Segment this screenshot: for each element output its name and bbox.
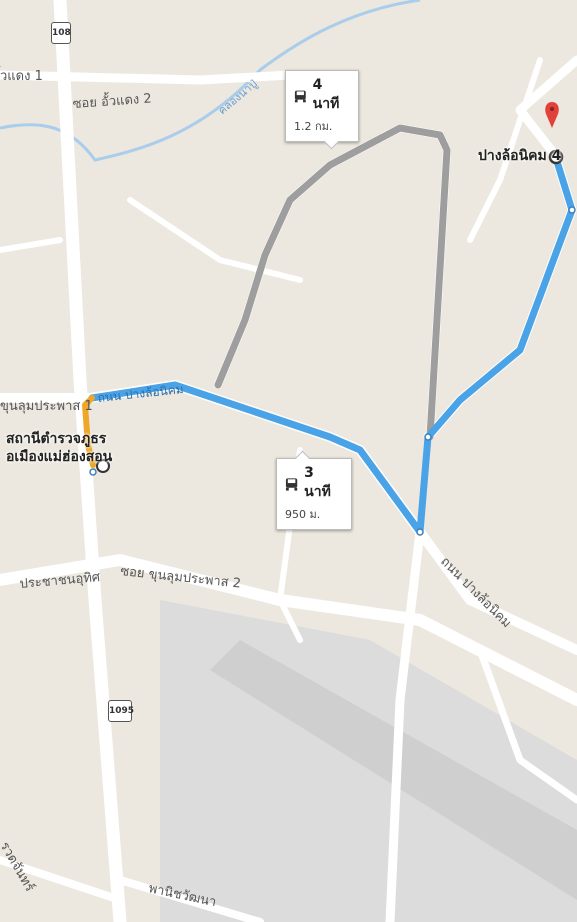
- origin-name-line1: สถานีตำรวจภูธร: [6, 431, 107, 447]
- origin-start-dot: [89, 468, 97, 476]
- route-duration: 3 นาที: [304, 465, 331, 500]
- destination-pin-icon[interactable]: [545, 102, 559, 128]
- road-label: ถนน ปางล้อนิคม: [437, 554, 514, 631]
- road-label: ซอย ขุนลุมประพาส 2: [120, 564, 242, 592]
- origin-label[interactable]: สถานีตำรวจภูธร อเมืองแม่ฮ่องสอน: [6, 430, 112, 466]
- car-icon: [294, 90, 306, 103]
- highway-108-shield: 108: [51, 22, 71, 44]
- destination-label[interactable]: ปางล้อนิคม 4: [478, 147, 561, 165]
- loop-road: [214, 124, 451, 441]
- pin-center: [550, 107, 554, 111]
- waypoint-dot: [568, 206, 576, 214]
- minor-road-2: [0, 237, 63, 253]
- car-icon: [285, 478, 298, 491]
- primary-route-callout[interactable]: 3 นาที 950 ม.: [276, 450, 352, 530]
- alternate-route-line[interactable]: [214, 124, 451, 441]
- water-label: คลองนาปู่: [216, 77, 260, 117]
- alternate-route-callout[interactable]: 4 นาที 1.2 กม.: [285, 70, 359, 150]
- soi-uasdang-road: [0, 70, 295, 85]
- waypoint-dot: [416, 528, 424, 536]
- road-label: ิ้วแดง 1: [0, 66, 43, 84]
- route-duration: 4 นาที: [312, 77, 340, 112]
- route-distance: 1.2 กม.: [294, 120, 333, 133]
- map-view[interactable]: ิ้วแดง 1 ซอย อั้วแดง 2 คลองนาปู่ ขุนลุมป…: [0, 0, 577, 922]
- origin-name-line2: อเมืองแม่ฮ่องสอน: [6, 449, 113, 466]
- road-label: ซอย อั้วแดง 2: [72, 89, 152, 112]
- waypoint-dot: [424, 433, 432, 441]
- road-label: ขุนลุมประพาส 1: [0, 399, 93, 414]
- highway-1095-shield: 1095: [108, 700, 134, 722]
- route-distance: 950 ม.: [285, 508, 321, 521]
